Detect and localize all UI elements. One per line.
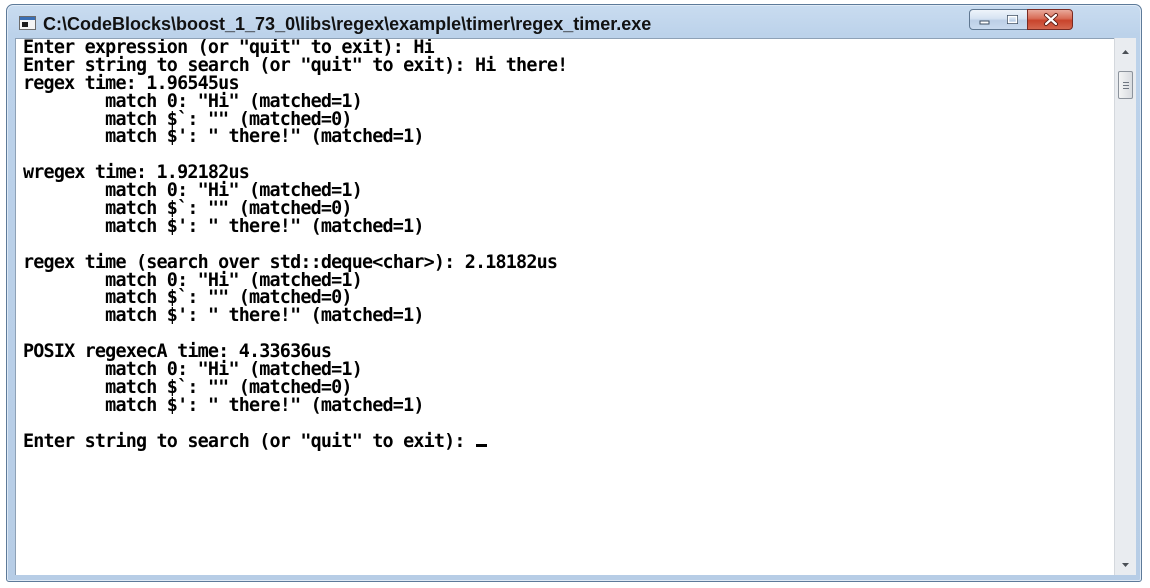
text-cursor: [475, 443, 487, 447]
maximize-button[interactable]: [998, 9, 1028, 30]
thumb-grip-line: [1123, 88, 1129, 89]
minimize-icon: [979, 20, 990, 25]
minimize-button[interactable]: [969, 9, 999, 30]
vertical-scrollbar[interactable]: [1114, 38, 1136, 575]
maximize-icon: [1007, 15, 1018, 24]
console-line: match $': " there!" (matched=1): [23, 305, 424, 327]
console-line: match $': " there!" (matched=1): [23, 126, 424, 148]
console-line: regex time (search over std::deque<char>…: [23, 251, 558, 273]
scroll-down-arrow-icon: [1122, 563, 1129, 567]
window-title: C:\CodeBlocks\boost_1_73_0\libs\regex\ex…: [43, 14, 652, 34]
console-prompt-line[interactable]: Enter string to search (or "quit" to exi…: [23, 430, 1114, 452]
scroll-thumb[interactable]: [1118, 71, 1133, 99]
console-prompt: Enter string to search (or "quit" to exi…: [23, 430, 475, 452]
close-icon: [1044, 13, 1058, 26]
console-output[interactable]: Enter expression (or "quit" to exit): Hi…: [15, 38, 1114, 575]
console-window: C:\CodeBlocks\boost_1_73_0\libs\regex\ex…: [6, 4, 1142, 582]
scroll-down-button[interactable]: [1115, 555, 1136, 575]
console-line: match $': " there!" (matched=1): [23, 215, 424, 237]
console-line: regex time: 1.96545us: [23, 72, 240, 94]
thumb-grip-line: [1123, 82, 1129, 83]
scroll-up-arrow-icon: [1122, 50, 1129, 54]
console-line: match 0: "Hi" (matched=1): [23, 90, 363, 112]
console-line: match $': " there!" (matched=1): [23, 394, 424, 416]
scroll-up-button[interactable]: [1115, 42, 1136, 62]
thumb-grip-line: [1123, 85, 1129, 86]
close-button[interactable]: [1027, 9, 1073, 30]
console-app-icon[interactable]: [19, 16, 36, 30]
